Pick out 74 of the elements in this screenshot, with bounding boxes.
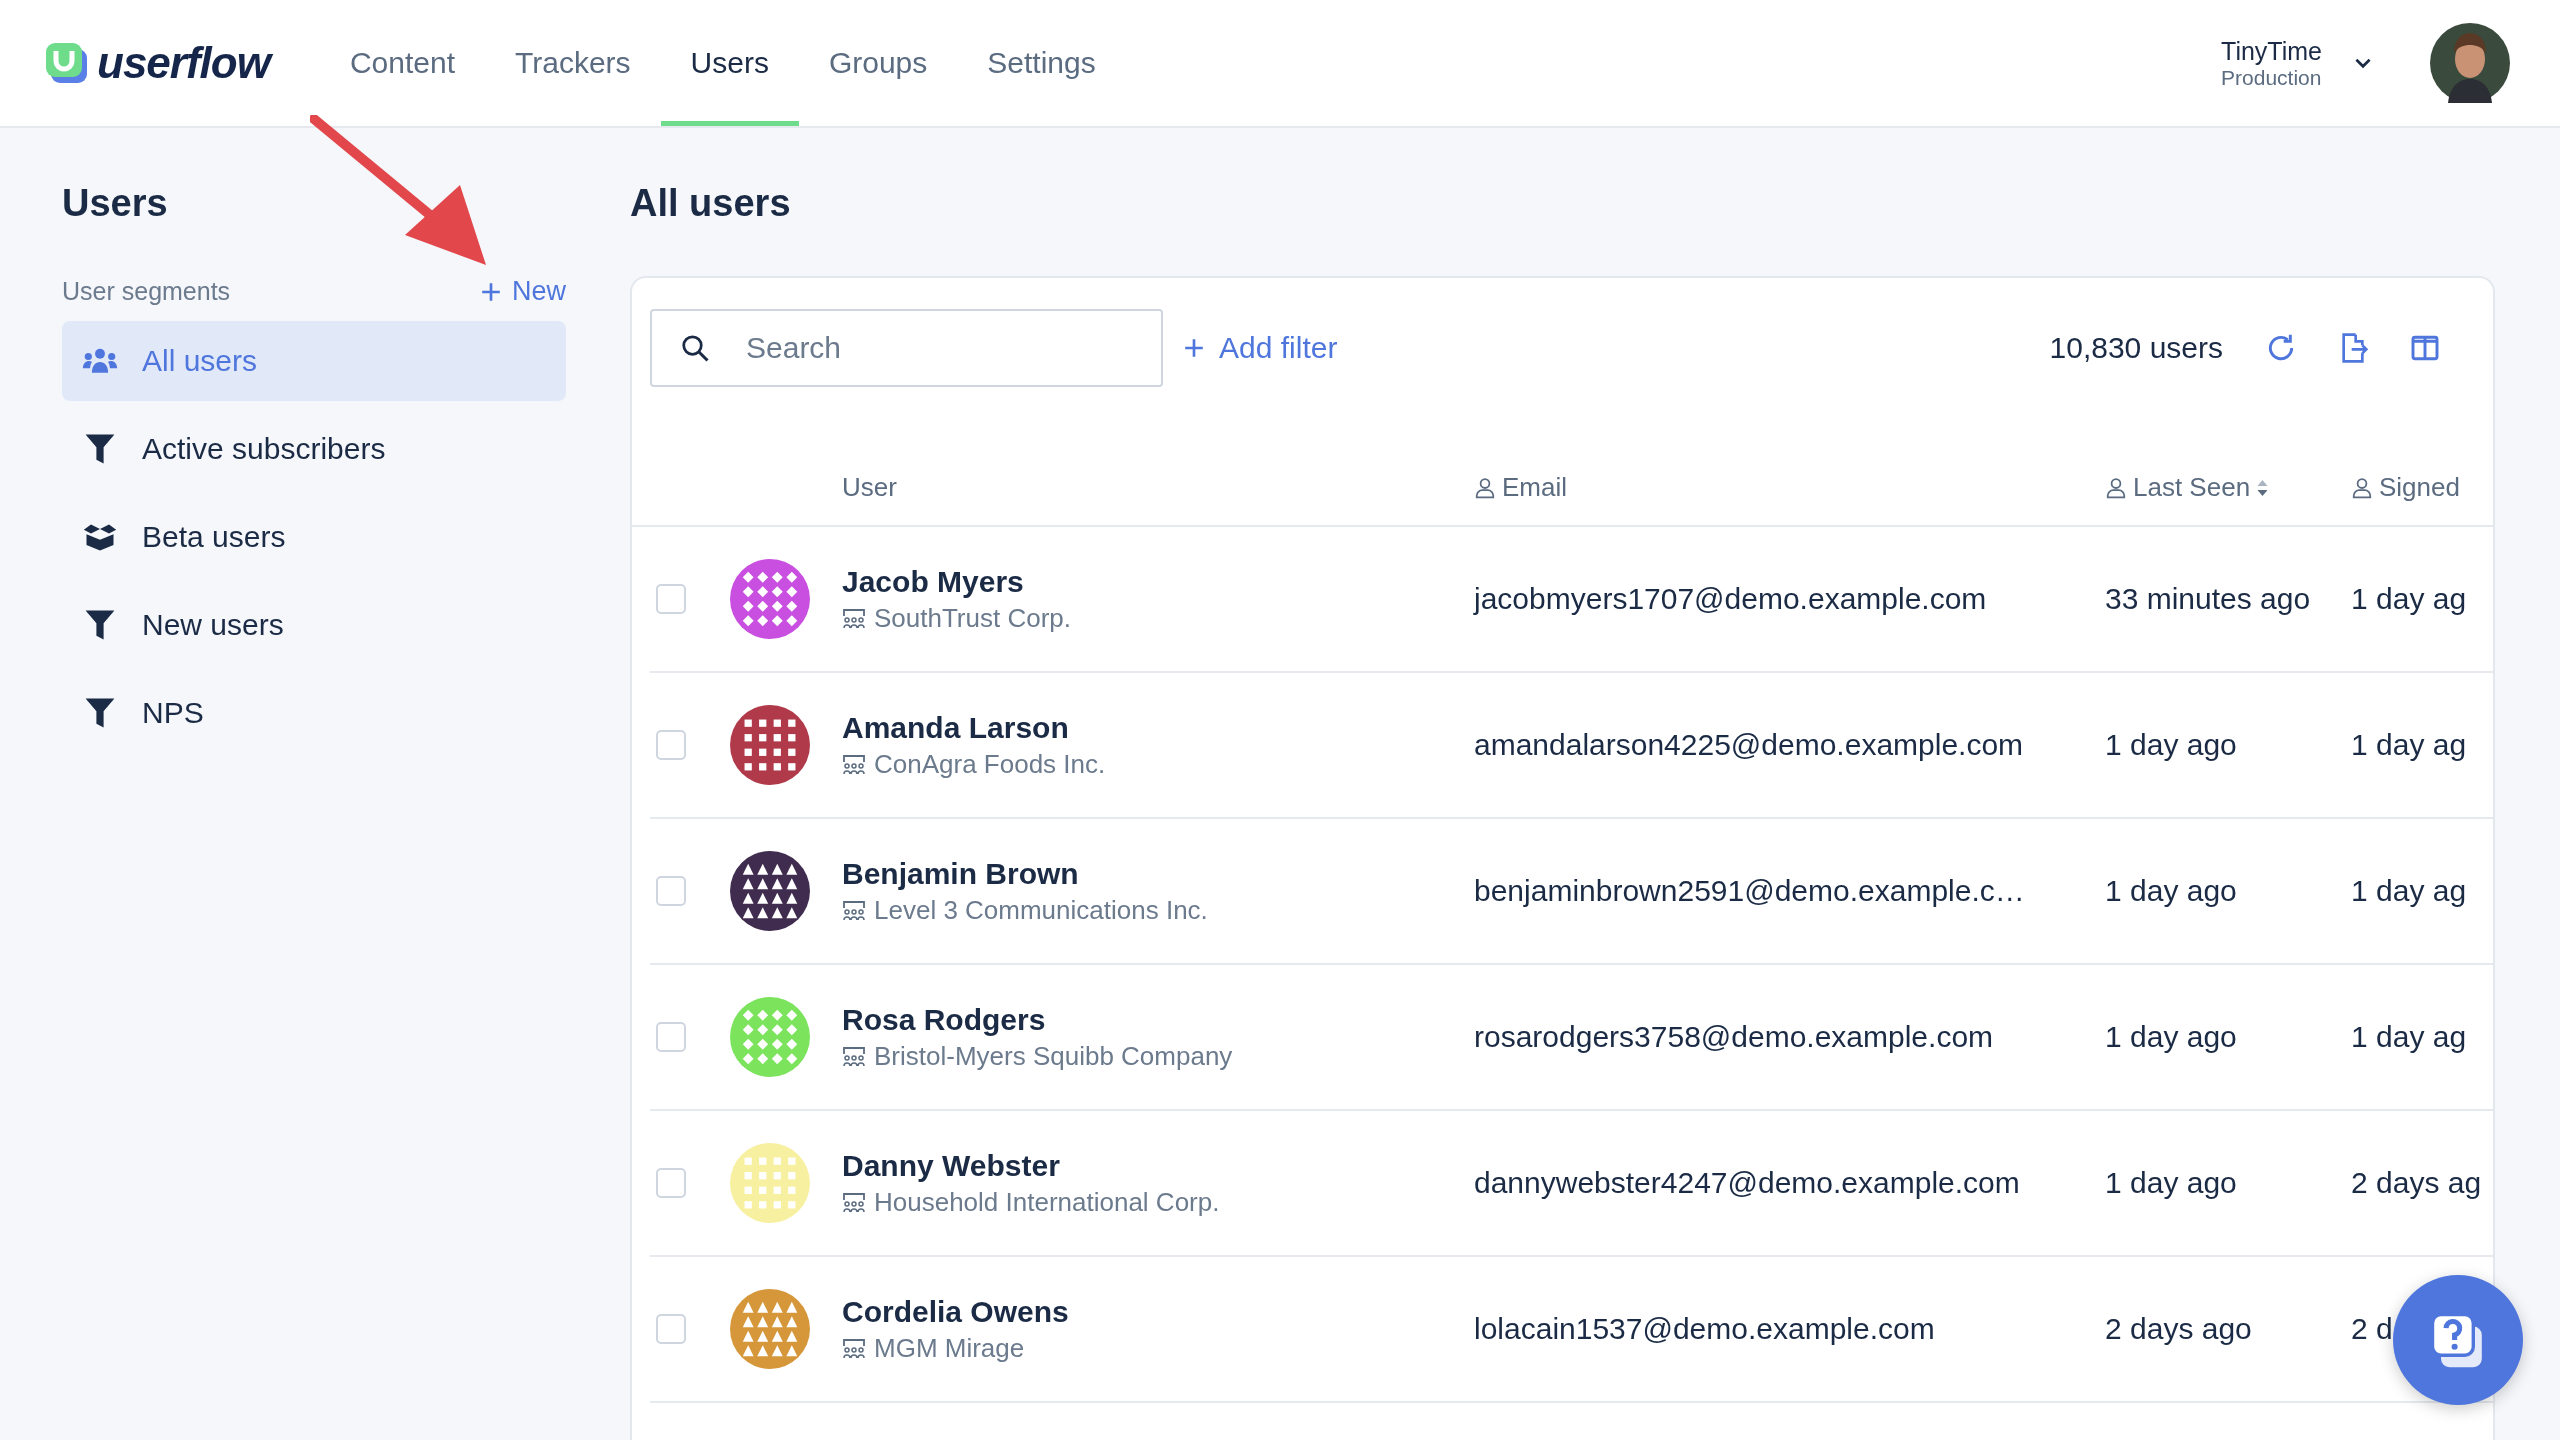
logo-icon bbox=[45, 41, 89, 85]
company-name: Level 3 Communications Inc. bbox=[874, 894, 1208, 926]
company-icon bbox=[842, 607, 866, 629]
user-name[interactable]: Danny Webster bbox=[842, 1148, 1474, 1183]
segment-item[interactable]: Active subscribers bbox=[62, 409, 566, 489]
company-name: Bristol-Myers Squibb Company bbox=[874, 1040, 1233, 1072]
person-icon bbox=[2351, 476, 2373, 499]
signed-up-cell-text: 1 day ag bbox=[2351, 874, 2468, 908]
company-icon bbox=[842, 899, 866, 921]
section-label: User segments bbox=[62, 277, 231, 306]
segment-item[interactable]: NPS bbox=[62, 673, 566, 753]
page-title: All users bbox=[630, 181, 792, 226]
column-header[interactable]: Last Seen bbox=[2133, 472, 2251, 503]
signed-up-cell-text: 1 day ag bbox=[2351, 728, 2468, 762]
search-field[interactable]: Search bbox=[650, 309, 1163, 387]
email-cell-text: rosarodgers3758@demo.example.com bbox=[1474, 1020, 1995, 1054]
users-icon bbox=[82, 348, 118, 374]
plus-icon bbox=[1183, 337, 1205, 359]
search-icon bbox=[680, 333, 710, 363]
last-seen-cell-text: 2 days ago bbox=[2105, 1312, 2253, 1346]
email-cell-text: dannywebster4247@demo.example.com bbox=[1474, 1166, 2021, 1200]
row-checkbox[interactable] bbox=[656, 1168, 686, 1198]
email-cell-text: benjaminbrown2591@demo.example.c… bbox=[1474, 874, 2026, 908]
sidebar-title: Users bbox=[62, 181, 169, 226]
person-icon bbox=[2105, 476, 2127, 499]
signed-up-cell-text: 1 day ag bbox=[2351, 582, 2468, 616]
row-checkbox[interactable] bbox=[656, 730, 686, 760]
box-icon bbox=[82, 522, 118, 552]
account-switcher[interactable]: TinyTime Production bbox=[2215, 0, 2380, 126]
row-checkbox[interactable] bbox=[656, 1314, 686, 1344]
email-cell-text: jacobmyers1707@demo.example.com bbox=[1474, 582, 1988, 616]
last-seen-cell-text: 33 minutes ago bbox=[2105, 582, 2312, 616]
user-count: 10,830 users bbox=[2049, 331, 2223, 365]
plus-icon bbox=[480, 280, 502, 303]
row-checkbox[interactable] bbox=[656, 1022, 686, 1052]
new-segment-button[interactable]: New bbox=[480, 276, 566, 307]
user-name[interactable]: Rosa Rodgers bbox=[842, 1002, 1474, 1037]
email-cell-text: lolacain1537@demo.example.com bbox=[1474, 1312, 1936, 1346]
nav-tab[interactable]: Settings bbox=[957, 0, 1126, 126]
email-cell-text: amandalarson4225@demo.example.com bbox=[1474, 728, 2025, 762]
column-header[interactable]: User bbox=[842, 472, 1474, 503]
company-name: Household International Corp. bbox=[874, 1186, 1220, 1218]
user-name[interactable]: Benjamin Brown bbox=[842, 856, 1474, 891]
last-seen-cell-text: 1 day ago bbox=[2105, 1166, 2238, 1200]
row-checkbox[interactable] bbox=[656, 876, 686, 906]
nav-tab[interactable]: Content bbox=[319, 0, 485, 126]
row-checkbox[interactable] bbox=[656, 584, 686, 614]
user-name[interactable]: Cordelia Owens bbox=[842, 1294, 1474, 1329]
user-name[interactable]: Jacob Myers bbox=[842, 564, 1474, 599]
signed-up-cell-text: 2 days ag bbox=[2351, 1166, 2483, 1200]
segment-item[interactable]: Beta users bbox=[62, 497, 566, 577]
nav-tab[interactable]: Trackers bbox=[485, 0, 661, 126]
company-icon bbox=[842, 1191, 866, 1213]
nav-tab[interactable]: Users bbox=[660, 0, 799, 126]
company-name: ConAgra Foods Inc. bbox=[874, 748, 1106, 780]
company-name: MGM Mirage bbox=[874, 1332, 1025, 1364]
last-seen-cell-text: 1 day ago bbox=[2105, 728, 2238, 762]
person-icon bbox=[1474, 476, 1496, 499]
company-icon bbox=[842, 1045, 866, 1067]
company-icon bbox=[842, 753, 866, 775]
signed-up-cell-text: 2 d bbox=[2351, 1312, 2394, 1346]
company-icon bbox=[842, 1337, 866, 1359]
profile-avatar[interactable] bbox=[2430, 23, 2510, 103]
nav-tab[interactable]: Groups bbox=[798, 0, 958, 126]
sort-icon[interactable] bbox=[2256, 477, 2270, 498]
column-header[interactable]: Email bbox=[1502, 472, 1567, 503]
last-seen-cell-text: 1 day ago bbox=[2105, 874, 2238, 908]
signed-up-cell-text: 1 day ag bbox=[2351, 1020, 2468, 1054]
last-seen-cell-text: 1 day ago bbox=[2105, 1020, 2238, 1054]
add-filter-button[interactable]: Add filter bbox=[1177, 330, 1344, 366]
column-header[interactable]: Signed bbox=[2379, 472, 2460, 503]
user-name[interactable]: Amanda Larson bbox=[842, 710, 1474, 745]
segment-item[interactable]: New users bbox=[62, 585, 566, 665]
company-name: SouthTrust Corp. bbox=[874, 602, 1071, 634]
